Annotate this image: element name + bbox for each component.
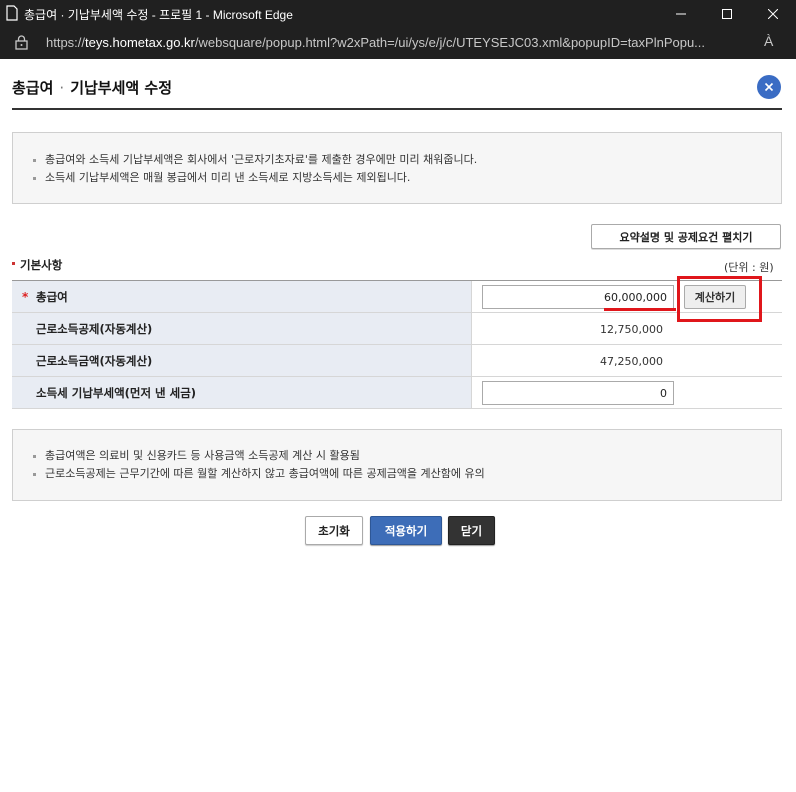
window-titlebar: 총급여 · 기납부세액 수정 - 프로필 1 - Microsoft Edge <box>0 0 796 27</box>
popup-title-separator: · <box>59 79 65 97</box>
gross-pay-label-cell: * 총급여 <box>12 281 472 312</box>
minimize-icon <box>676 13 686 14</box>
notice-box-bottom: 총급여액은 의료비 및 신용카드 등 사용금액 소득공제 계산 시 활용됨 근로… <box>12 429 782 501</box>
prepaid-tax-cell <box>472 377 782 408</box>
form-table: * 총급여 계산하기 근로소득공제(자동계산) 12,750,000 근로소득금… <box>12 280 782 409</box>
notice-box-top: 총급여와 소득세 기납부세액은 회사에서 '근로자기초자료'를 제출한 경우에만… <box>12 132 782 204</box>
page-icon <box>6 5 18 21</box>
earned-income-deduction-value: 12,750,000 <box>600 323 663 336</box>
table-row: 근로소득공제(자동계산) 12,750,000 <box>12 313 782 345</box>
popup-title-part2: 기납부세액 수정 <box>70 79 173 97</box>
section-title: 기본사항 <box>12 257 62 273</box>
gross-pay-label: 총급여 <box>36 289 68 304</box>
earned-income-amount-label: 근로소득금액(자동계산) <box>12 345 472 376</box>
window-close-button[interactable] <box>750 0 796 27</box>
gross-pay-underline <box>604 308 676 311</box>
gross-pay-input[interactable] <box>482 285 674 309</box>
read-aloud-icon[interactable]: À <box>764 33 773 49</box>
minimize-button[interactable] <box>658 0 704 27</box>
close-icon <box>768 8 778 19</box>
earned-income-amount-cell: 47,250,000 <box>472 345 782 376</box>
earned-income-deduction-label: 근로소득공제(자동계산) <box>12 313 472 344</box>
lock-icon[interactable] <box>15 35 28 50</box>
popup-close-button[interactable] <box>757 75 781 99</box>
popup-title-part1: 총급여 <box>12 79 54 97</box>
address-bar: https://teys.hometax.go.kr/websquare/pop… <box>0 27 796 59</box>
unit-label: (단위 : 원) <box>724 261 774 274</box>
maximize-icon <box>722 8 732 19</box>
expand-summary-button[interactable]: 요약설명 및 공제요건 펼치기 <box>591 224 781 249</box>
apply-button[interactable]: 적용하기 <box>370 516 442 545</box>
notice-item: 총급여와 소득세 기납부세액은 회사에서 '근로자기초자료'를 제출한 경우에만… <box>33 151 761 169</box>
notice-item: 총급여액은 의료비 및 신용카드 등 사용금액 소득공제 계산 시 활용됨 <box>33 447 761 465</box>
table-row: 근로소득금액(자동계산) 47,250,000 <box>12 345 782 377</box>
close-icon <box>764 82 774 92</box>
popup-title: 총급여 · 기납부세액 수정 <box>12 77 172 98</box>
notice-item: 소득세 기납부세액은 매월 봉급에서 미리 낸 소득세로 지방소득세는 제외됩니… <box>33 169 761 187</box>
url-text[interactable]: https://teys.hometax.go.kr/websquare/pop… <box>46 35 756 50</box>
prepaid-tax-input[interactable] <box>482 381 674 405</box>
url-scheme: https:// <box>46 35 86 50</box>
earned-income-amount-value: 47,250,000 <box>600 355 663 368</box>
notice-item: 근로소득공제는 근무기간에 따른 월할 계산하지 않고 총급여액에 따른 공제금… <box>33 465 761 483</box>
header-divider <box>12 108 782 110</box>
url-path: /websquare/popup.html?w2xPath=/ui/ys/e/j… <box>194 35 706 50</box>
close-button[interactable]: 닫기 <box>448 516 495 545</box>
reset-button[interactable]: 초기화 <box>305 516 363 545</box>
required-mark: * <box>22 290 29 304</box>
maximize-button[interactable] <box>704 0 750 27</box>
window-title: 총급여 · 기납부세액 수정 - 프로필 1 - Microsoft Edge <box>24 8 293 22</box>
url-host: teys.hometax.go.kr <box>85 35 195 50</box>
prepaid-tax-label: 소득세 기납부세액(먼저 낸 세금) <box>12 377 472 408</box>
calculate-button-highlight <box>677 276 762 322</box>
table-row: 소득세 기납부세액(먼저 낸 세금) <box>12 377 782 409</box>
